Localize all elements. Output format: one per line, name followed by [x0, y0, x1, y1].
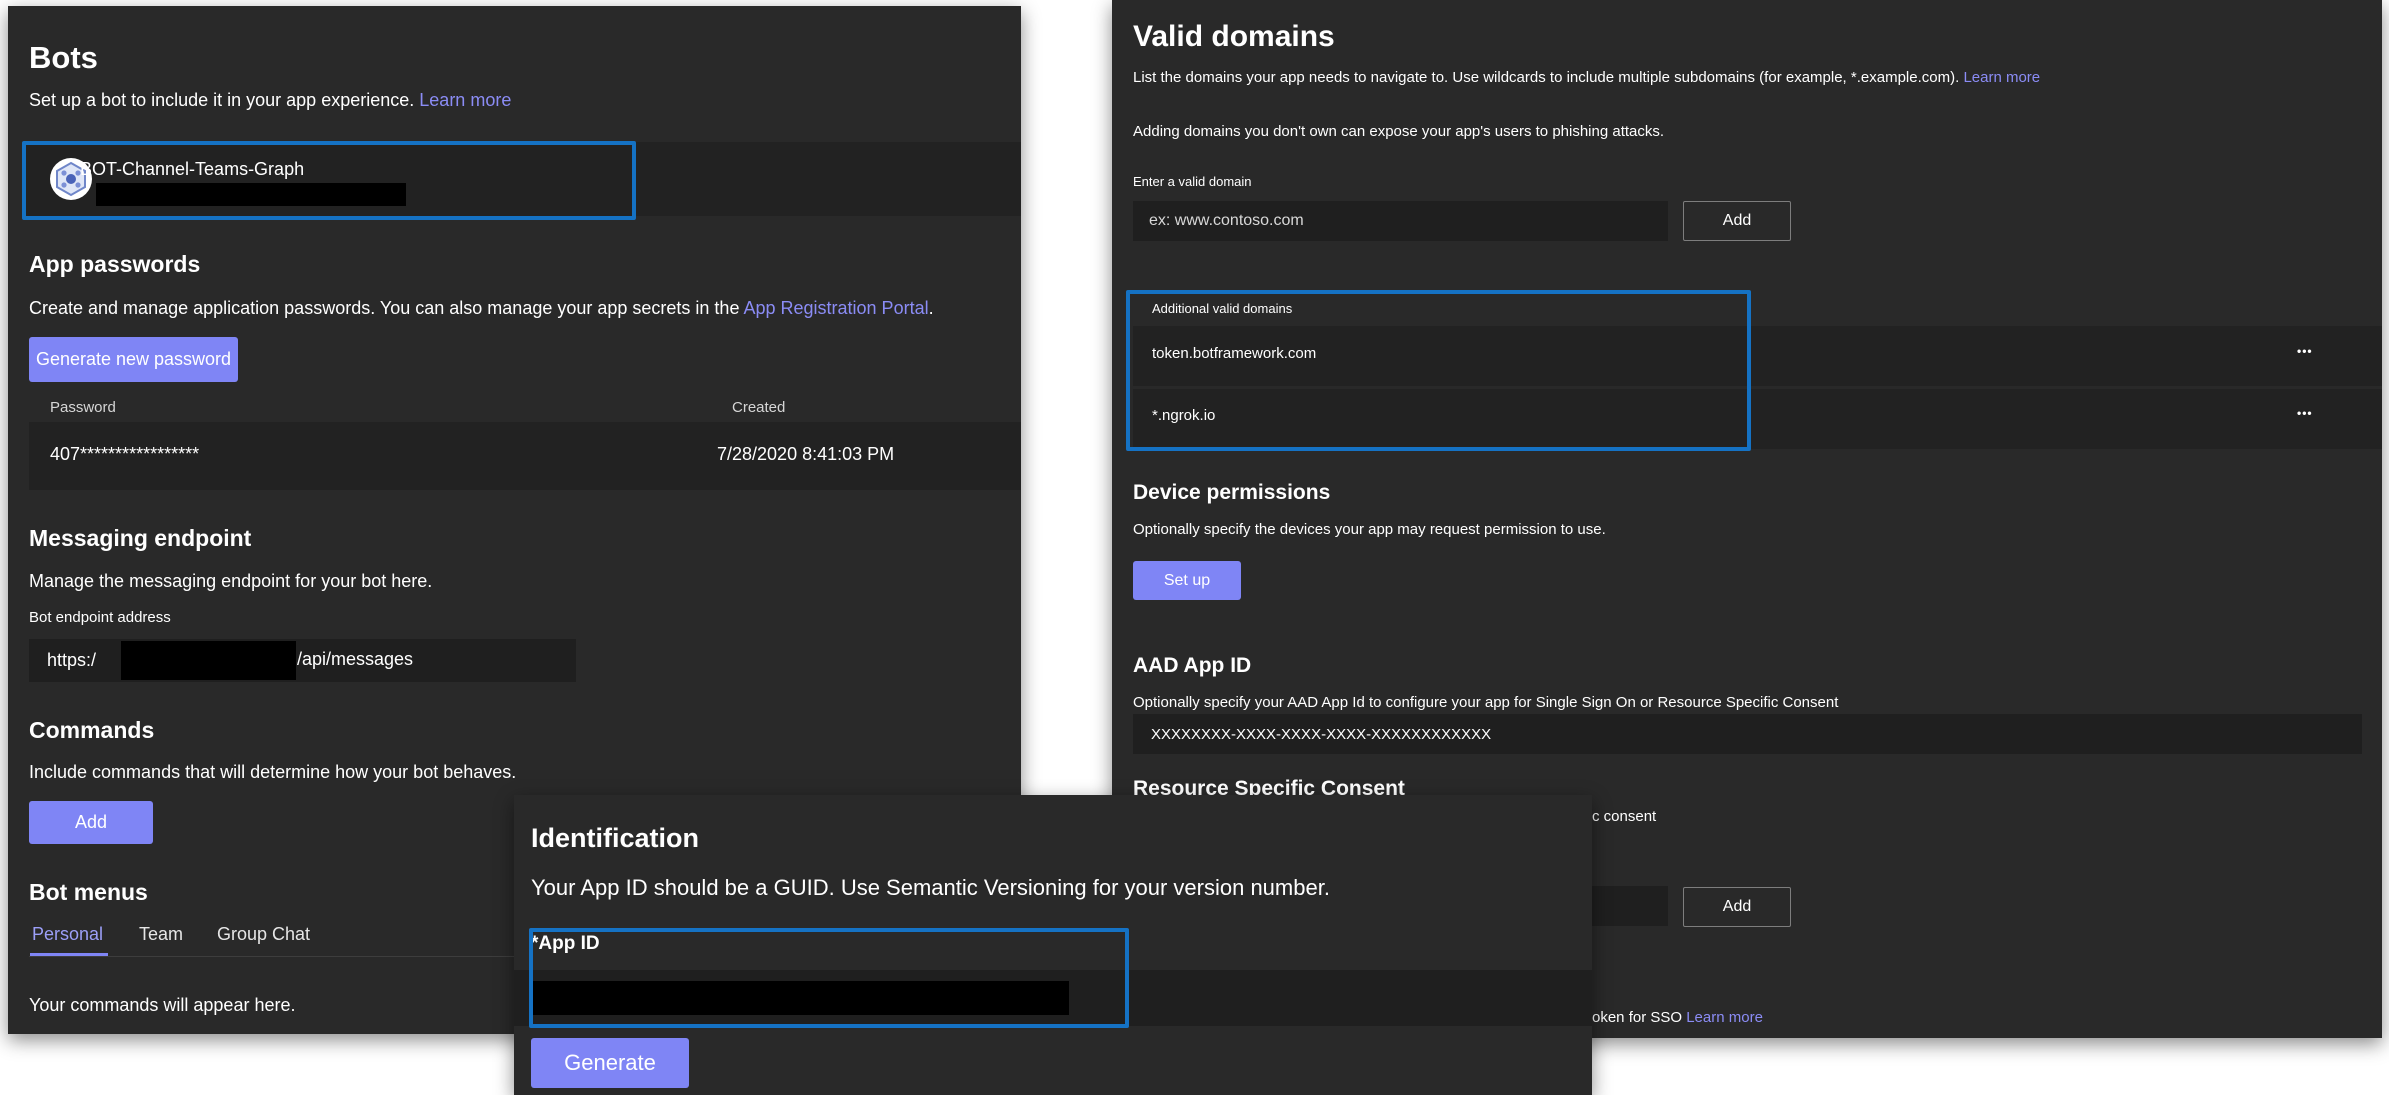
valid-domains-description: List the domains your app needs to navig… [1133, 69, 2041, 86]
bots-learn-more-link[interactable]: Learn more [419, 90, 511, 110]
password-value: 407***************** [50, 444, 200, 464]
device-permissions-description: Optionally specify the devices your app … [1133, 521, 1606, 538]
phishing-warning: Adding domains you don't own can expose … [1133, 123, 1665, 140]
generate-new-password-button[interactable]: Generate new password [29, 337, 238, 382]
bot-highlight-box [22, 141, 636, 220]
add-command-button[interactable]: Add [29, 801, 153, 844]
password-column-header: Password [50, 399, 116, 416]
device-permissions-title: Device permissions [1133, 481, 1331, 504]
valid-domains-title: Valid domains [1133, 20, 1335, 53]
commands-empty-text: Your commands will appear here. [29, 995, 296, 1015]
endpoint-suffix: /api/messages [297, 649, 414, 669]
valid-domains-learn-more-link[interactable]: Learn more [1963, 69, 2040, 86]
app-passwords-description: Create and manage application passwords.… [29, 298, 934, 318]
bots-description: Set up a bot to include it in your app e… [29, 90, 512, 110]
valid-domain-label: Enter a valid domain [1133, 174, 1252, 189]
endpoint-redaction [121, 641, 296, 680]
tab-group-chat[interactable]: Group Chat [217, 924, 310, 945]
messaging-endpoint-description: Manage the messaging endpoint for your b… [29, 571, 433, 591]
aad-app-id-input[interactable]: XXXXXXXX-XXXX-XXXX-XXXX-XXXXXXXXXXXX [1133, 714, 2362, 754]
app-registration-portal-link[interactable]: App Registration Portal [743, 298, 928, 318]
created-column-header: Created [732, 399, 786, 416]
aad-app-id-description: Optionally specify your AAD App Id to co… [1133, 694, 1839, 711]
app-id-highlight-box [529, 928, 1129, 1028]
bot-endpoint-label: Bot endpoint address [29, 609, 171, 626]
rsc-partial-text: c consent [1592, 808, 1657, 825]
domains-highlight-box [1126, 290, 1751, 451]
tab-team[interactable]: Team [139, 924, 183, 945]
identification-panel: Identification Your App ID should be a G… [514, 795, 1592, 1095]
bot-menus-title: Bot menus [29, 879, 148, 905]
app-passwords-title: App passwords [29, 251, 201, 277]
valid-domain-input[interactable]: ex: www.contoso.com [1133, 201, 1668, 241]
domain-1-more-icon[interactable]: ••• [2297, 344, 2313, 358]
sso-partial-text: oken for SSO Learn more [1592, 1009, 1763, 1026]
commands-description: Include commands that will determine how… [29, 762, 517, 782]
domain-2-more-icon[interactable]: ••• [2297, 406, 2313, 420]
generate-app-id-button[interactable]: Generate [531, 1038, 689, 1088]
sso-learn-more-link[interactable]: Learn more [1686, 1009, 1763, 1026]
identification-description: Your App ID should be a GUID. Use Semant… [531, 875, 1330, 900]
aad-app-id-title: AAD App ID [1133, 654, 1252, 677]
tab-personal[interactable]: Personal [32, 924, 103, 945]
messaging-endpoint-title: Messaging endpoint [29, 525, 252, 551]
bots-title: Bots [29, 40, 98, 75]
password-created-date: 7/28/2020 8:41:03 PM [717, 444, 895, 464]
device-setup-button[interactable]: Set up [1133, 561, 1241, 600]
identification-title: Identification [531, 823, 699, 853]
rsc-add-button[interactable]: Add [1683, 887, 1791, 927]
commands-title: Commands [29, 717, 155, 743]
add-domain-button[interactable]: Add [1683, 201, 1791, 241]
